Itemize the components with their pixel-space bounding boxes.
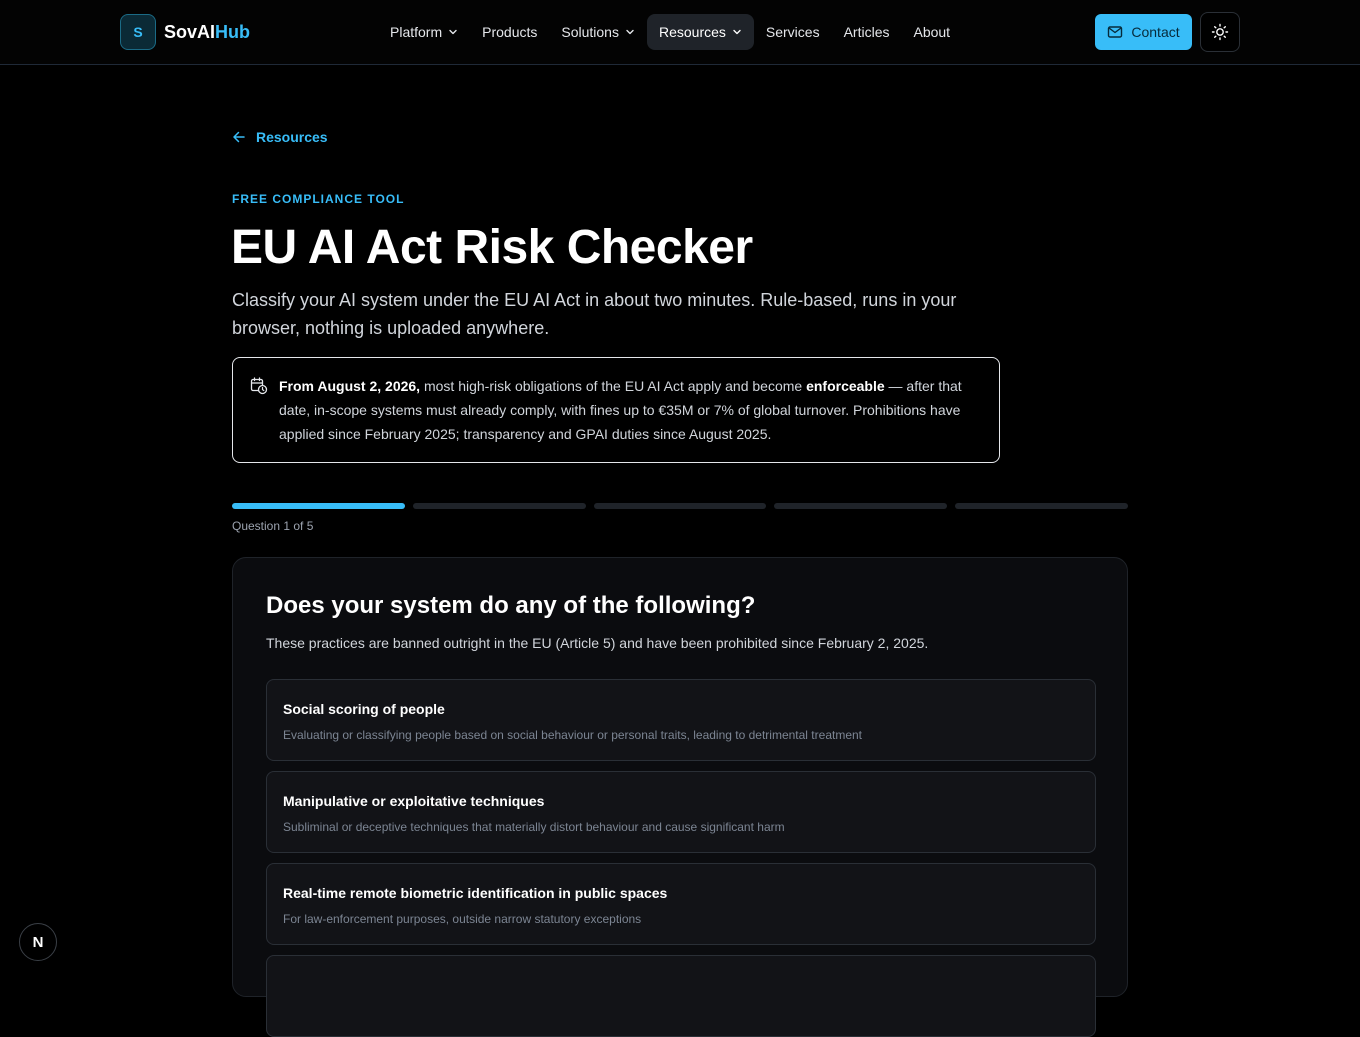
option-description: Evaluating or classifying people based o… xyxy=(283,728,862,742)
progress-segment xyxy=(774,503,948,509)
notice-part1: most high-risk obligations of the EU AI … xyxy=(420,378,807,394)
progress-segment xyxy=(593,503,767,509)
question-card: Does your system do any of the following… xyxy=(232,557,1128,1037)
progress-segment xyxy=(412,503,586,509)
back-link-label: Resources xyxy=(256,129,328,145)
nav-articles-label: Articles xyxy=(843,24,890,40)
option-manipulative-techniques[interactable]: Manipulative or exploitative techniques … xyxy=(266,771,1096,853)
progress-segment xyxy=(955,503,1128,509)
theme-toggle-button[interactable] xyxy=(1200,12,1240,52)
logo[interactable]: S SovAIHub xyxy=(120,14,250,50)
notice-enforceable: enforceable xyxy=(806,378,885,394)
nav-about-label: About xyxy=(913,24,951,40)
contact-button[interactable]: Contact xyxy=(1095,14,1192,50)
progress-segment xyxy=(232,503,405,509)
question-subtitle: These practices are banned outright in t… xyxy=(266,635,929,651)
nav-articles[interactable]: Articles xyxy=(832,14,902,50)
main-nav: Platform Products Solutions Resources Se… xyxy=(378,14,962,50)
page-lead: Classify your AI system under the EU AI … xyxy=(232,290,957,338)
option-description: For law-enforcement purposes, outside na… xyxy=(283,912,642,926)
back-to-resources-link[interactable]: Resources xyxy=(232,129,328,145)
logo-name: SovAI xyxy=(164,21,216,42)
nav-solutions-label: Solutions xyxy=(561,24,619,40)
chevron-down-icon xyxy=(733,29,741,35)
notice-date: From August 2, 2026, xyxy=(279,378,421,394)
option-title: Social scoring of people xyxy=(283,701,445,717)
site-header: S SovAIHub Platform Products Solutions R… xyxy=(0,0,1360,65)
option-title: Real-time remote biometric identificatio… xyxy=(283,885,668,901)
mail-icon xyxy=(1108,26,1123,38)
progress-label: Question 1 of 5 xyxy=(232,519,314,533)
page-title: EU AI Act Risk Checker xyxy=(231,221,753,274)
nav-solutions[interactable]: Solutions xyxy=(549,14,647,50)
nextjs-dev-indicator-button[interactable]: N xyxy=(19,923,57,961)
logo-text: SovAIHub xyxy=(164,22,250,43)
eyebrow-label: FREE COMPLIANCE TOOL xyxy=(232,192,405,206)
nav-platform-label: Platform xyxy=(390,24,443,40)
question-title: Does your system do any of the following… xyxy=(266,592,756,619)
nav-products-label: Products xyxy=(482,24,538,40)
option-partial-next[interactable] xyxy=(266,955,1096,1037)
option-social-scoring[interactable]: Social scoring of people Evaluating or c… xyxy=(266,679,1096,761)
option-biometric-identification[interactable]: Real-time remote biometric identificatio… xyxy=(266,863,1096,945)
contact-label: Contact xyxy=(1131,24,1180,40)
nav-products[interactable]: Products xyxy=(470,14,549,50)
logo-mark: S xyxy=(120,14,156,50)
arrow-left-icon xyxy=(233,131,245,143)
option-description: Subliminal or deceptive techniques that … xyxy=(283,820,785,834)
logo-accent: Hub xyxy=(215,21,251,42)
sun-icon xyxy=(1211,23,1229,41)
nav-about[interactable]: About xyxy=(901,14,962,50)
nav-resources[interactable]: Resources xyxy=(646,14,754,50)
option-title: Manipulative or exploitative techniques xyxy=(283,793,545,809)
deadline-notice: From August 2, 2026, most high-risk obli… xyxy=(232,357,1000,463)
calendar-clock-icon xyxy=(250,377,268,395)
nav-resources-label: Resources xyxy=(658,24,726,40)
nav-services[interactable]: Services xyxy=(754,14,832,50)
nav-platform[interactable]: Platform xyxy=(378,14,470,50)
nav-services-label: Services xyxy=(765,24,820,40)
chevron-down-icon xyxy=(626,29,634,35)
notice-text: From August 2, 2026, most high-risk obli… xyxy=(279,374,979,446)
chevron-down-icon xyxy=(449,29,457,35)
question-progress-bar xyxy=(232,503,1128,509)
